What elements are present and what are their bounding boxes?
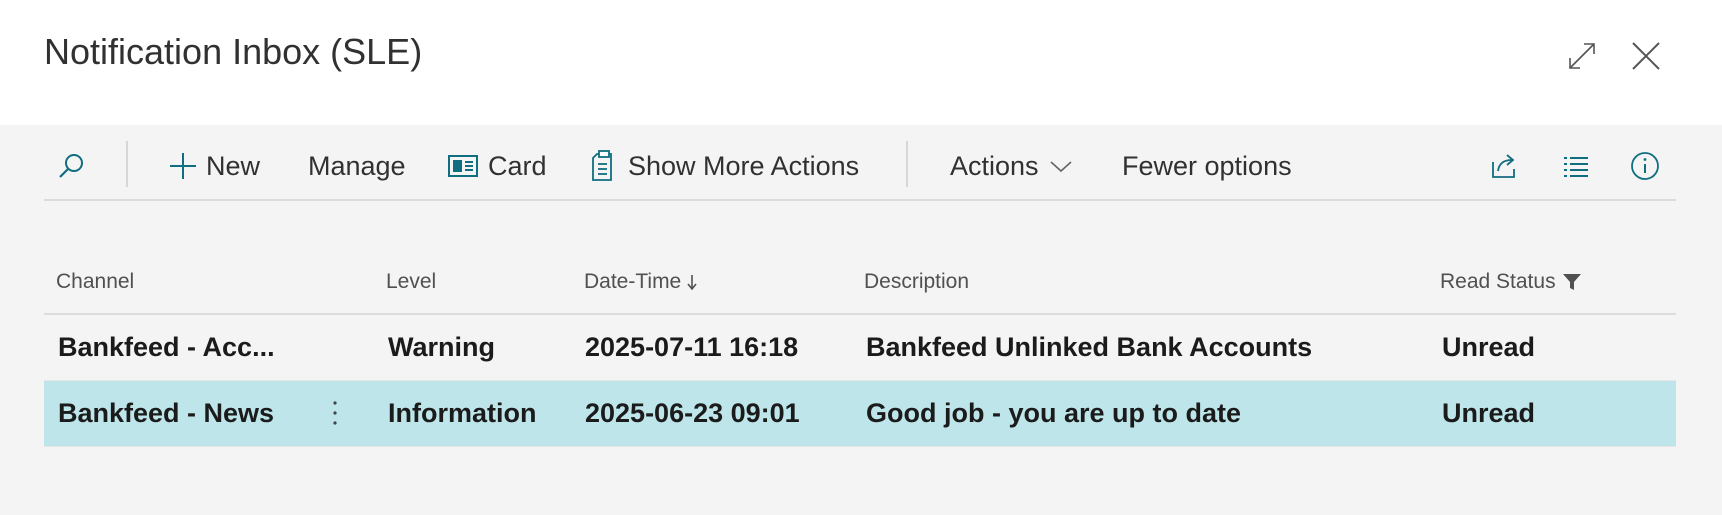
cell-description: Bankfeed Unlinked Bank Accounts bbox=[866, 332, 1313, 362]
more-vertical-icon bbox=[333, 401, 337, 425]
close-button[interactable] bbox=[1624, 34, 1668, 78]
info-button[interactable] bbox=[1630, 135, 1660, 197]
cell-read-status: Unread bbox=[1442, 398, 1536, 428]
table-header: Channel Level Date-Time Description Read… bbox=[44, 250, 1676, 315]
toolbar-divider bbox=[906, 141, 908, 187]
cell-description: Good job - you are up to date bbox=[866, 398, 1241, 428]
fewer-options-button[interactable]: Fewer options bbox=[1122, 135, 1292, 197]
notifications-table: Channel Level Date-Time Description Read… bbox=[44, 250, 1676, 447]
share-icon bbox=[1492, 154, 1515, 178]
fewer-options-label: Fewer options bbox=[1122, 150, 1292, 181]
row-actions-button[interactable] bbox=[318, 393, 352, 433]
cell-channel[interactable]: Bankfeed - Acc... bbox=[58, 332, 275, 363]
card-button-label: Card bbox=[488, 150, 547, 181]
expand-icon bbox=[1569, 43, 1595, 69]
close-icon bbox=[1632, 42, 1660, 70]
list-view-button[interactable] bbox=[1562, 135, 1590, 197]
column-header-level-label: Level bbox=[386, 270, 437, 293]
column-header-datetime-label: Date-Time bbox=[584, 270, 682, 293]
expand-button[interactable] bbox=[1560, 34, 1604, 78]
action-toolbar: New Manage Card Show More Actions Action… bbox=[44, 135, 1676, 201]
toolbar-divider bbox=[126, 141, 128, 187]
sort-descending-icon bbox=[687, 275, 697, 291]
column-header-description-label: Description bbox=[864, 270, 970, 293]
card-icon bbox=[448, 155, 478, 177]
manage-menu-button[interactable]: Manage bbox=[308, 135, 406, 197]
show-more-actions-label: Show More Actions bbox=[628, 150, 860, 181]
table-row[interactable]: Bankfeed - Acc... Warning 2025-07-11 16:… bbox=[44, 315, 1676, 381]
share-button[interactable] bbox=[1490, 135, 1518, 197]
card-button[interactable]: Card bbox=[448, 135, 547, 197]
column-header-read-status[interactable]: Read Status bbox=[1440, 270, 1582, 294]
new-button-label: New bbox=[206, 150, 261, 181]
column-header-description[interactable]: Description bbox=[864, 270, 969, 294]
document-list-icon bbox=[592, 150, 612, 181]
actions-button-label: Actions bbox=[950, 150, 1039, 181]
cell-read-status: Unread bbox=[1442, 332, 1536, 362]
manage-button-label: Manage bbox=[308, 150, 406, 181]
cell-datetime: 2025-07-11 16:18 bbox=[585, 332, 799, 362]
column-header-channel-label: Channel bbox=[56, 270, 135, 293]
column-header-level[interactable]: Level bbox=[386, 270, 436, 294]
cell-datetime: 2025-06-23 09:01 bbox=[585, 398, 800, 428]
column-header-read-status-label: Read Status bbox=[1440, 270, 1556, 293]
window-header: Notification Inbox (SLE) bbox=[0, 0, 1722, 125]
search-icon bbox=[59, 154, 83, 178]
column-header-datetime[interactable]: Date-Time bbox=[584, 270, 698, 294]
info-icon bbox=[1631, 152, 1659, 180]
cell-channel[interactable]: Bankfeed - News bbox=[58, 398, 274, 429]
cell-level: Information bbox=[388, 398, 537, 428]
chevron-down-icon bbox=[1050, 161, 1072, 173]
filter-icon bbox=[1562, 274, 1581, 290]
show-more-actions-button[interactable]: Show More Actions bbox=[590, 135, 859, 197]
page-title: Notification Inbox (SLE) bbox=[44, 31, 423, 72]
column-header-channel[interactable]: Channel bbox=[56, 270, 134, 294]
cell-level: Warning bbox=[388, 332, 495, 362]
plus-icon bbox=[170, 153, 196, 179]
table-row-selected[interactable]: Bankfeed - News Information 2025-06-23 0… bbox=[44, 381, 1676, 447]
actions-menu-button[interactable]: Actions bbox=[950, 135, 1073, 197]
new-button[interactable]: New bbox=[168, 135, 260, 197]
search-button[interactable] bbox=[56, 135, 86, 197]
list-view-icon bbox=[1564, 157, 1588, 177]
